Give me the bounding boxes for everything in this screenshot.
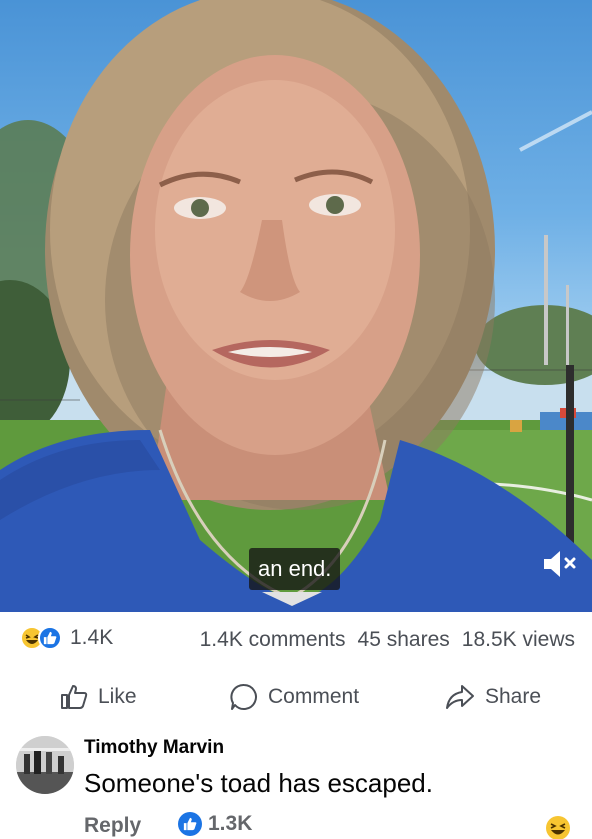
- post-action-bar: Like Comment Share: [0, 668, 592, 728]
- comment-label: Comment: [268, 685, 360, 708]
- like-reaction-icon: [38, 626, 62, 650]
- avatar[interactable]: [16, 736, 74, 794]
- shares-count-link[interactable]: 45 shares: [358, 628, 450, 652]
- speech-bubble-icon: [230, 683, 258, 711]
- video-frame: [0, 0, 592, 612]
- like-button[interactable]: Like: [60, 680, 137, 714]
- comment-button[interactable]: Comment: [230, 680, 359, 714]
- reaction-summary[interactable]: 1.4K: [20, 626, 113, 650]
- comment-text: Someone's toad has escaped.: [84, 768, 433, 798]
- video-player[interactable]: an end.: [0, 0, 592, 612]
- share-arrow-icon: [445, 684, 475, 710]
- thumbs-up-icon: [60, 684, 88, 710]
- like-reaction-icon: [178, 812, 202, 836]
- reply-button[interactable]: Reply: [84, 814, 141, 838]
- comment-author[interactable]: Timothy Marvin: [84, 737, 224, 759]
- comments-count-link[interactable]: 1.4K comments: [200, 628, 346, 652]
- post-stats-row: 1.4K 1.4K comments 45 shares 18.5K views: [0, 612, 592, 668]
- comment-like-count-text: 1.3K: [208, 812, 253, 835]
- share-label: Share: [485, 685, 542, 708]
- speaker-muted-icon[interactable]: [540, 548, 580, 580]
- video-caption: an end.: [249, 548, 341, 590]
- comment: Timothy Marvin Someone's toad has escape…: [0, 728, 592, 839]
- haha-reaction-icon[interactable]: [546, 816, 570, 839]
- like-label: Like: [98, 685, 137, 708]
- reaction-count: 1.4K: [70, 626, 114, 649]
- comment-like-count[interactable]: 1.3K: [178, 812, 252, 836]
- views-count: 18.5K views: [461, 628, 575, 651]
- share-button[interactable]: Share: [445, 680, 541, 714]
